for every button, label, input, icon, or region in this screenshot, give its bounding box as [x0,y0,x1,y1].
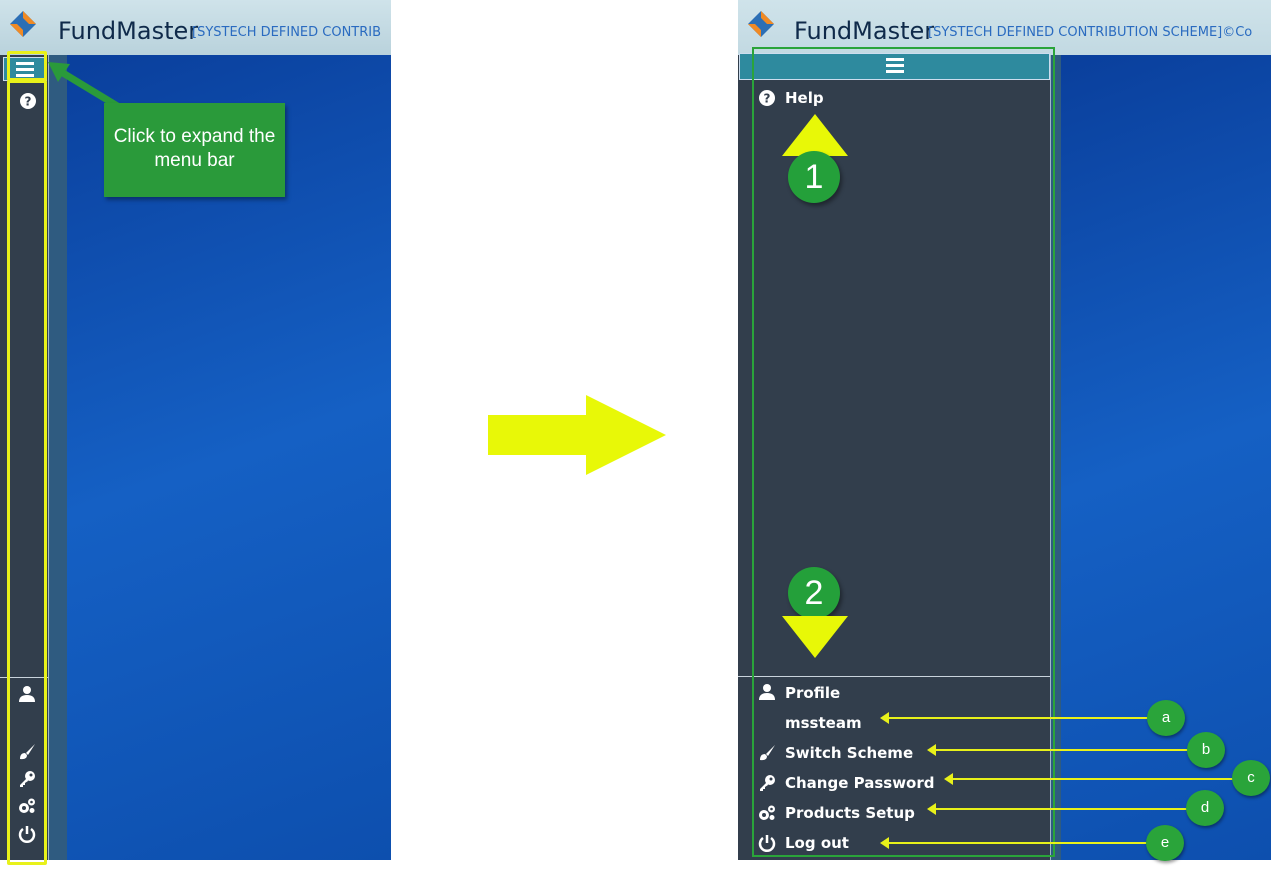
badge-d: d [1186,790,1224,826]
fundmaster-logo-icon [748,11,774,37]
toggle-highlight [7,51,47,81]
transition-arrow-icon [488,395,666,475]
step-2-badge: 2 [788,567,840,619]
pointer-line-b [927,744,1191,756]
badge-b: b [1187,732,1225,768]
brand-title: FundMaster [794,17,935,45]
pointer-line-e [880,837,1150,849]
badge-e: e [1146,825,1184,861]
brand-title: FundMaster [58,17,199,45]
main-content-area [1060,55,1271,860]
expand-menu-callout: Click to expand the menu bar [104,103,285,197]
scheme-name: [SYSTECH DEFINED CONTRIB [192,25,382,40]
sidebar-edge [48,55,67,860]
pointer-line-d [927,803,1189,815]
fundmaster-logo-icon [10,11,36,37]
scheme-name: [SYSTECH DEFINED CONTRIBUTION SCHEME]©Co [928,25,1253,40]
badge-c: c [1232,760,1270,796]
sidebar-highlight [7,80,47,865]
badge-a: a [1147,700,1185,736]
pointer-line-a [880,712,1150,724]
pointer-line-c [944,773,1236,785]
step-1-badge: 1 [788,151,840,203]
down-arrow-icon [782,616,848,658]
